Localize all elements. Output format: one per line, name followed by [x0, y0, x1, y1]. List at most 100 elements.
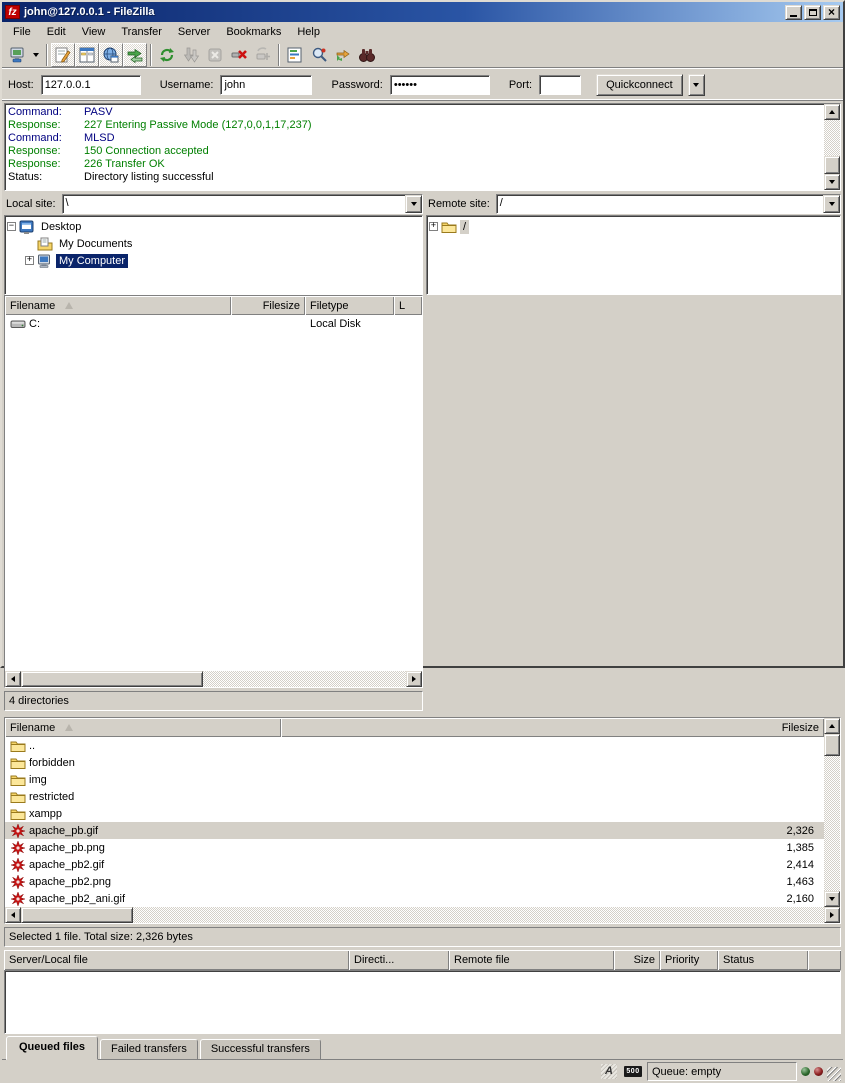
cancel-button[interactable]: [203, 43, 227, 67]
local-file-row[interactable]: C: Local Disk: [5, 315, 422, 332]
column-header-filetype[interactable]: Filetype: [305, 296, 394, 315]
column-header-size[interactable]: Size: [614, 950, 660, 970]
remote-site-dropdown[interactable]: [823, 195, 840, 213]
remote-site-combo[interactable]: /: [496, 194, 841, 214]
scroll-left-button[interactable]: [5, 907, 21, 923]
quickconnect-button[interactable]: Quickconnect: [596, 74, 683, 96]
column-header-filename[interactable]: Filename: [5, 296, 231, 315]
remote-file-row[interactable]: restricted: [5, 788, 824, 805]
toggle-remote-tree-button[interactable]: [99, 43, 123, 67]
close-button[interactable]: ×: [823, 5, 840, 20]
remote-horizontal-scrollbar[interactable]: [5, 907, 840, 923]
host-input[interactable]: [41, 75, 141, 95]
site-manager-dropdown[interactable]: [29, 43, 43, 67]
remote-vertical-scrollbar[interactable]: [824, 718, 840, 907]
local-horizontal-scrollbar[interactable]: [5, 671, 422, 687]
scroll-up-button[interactable]: [824, 104, 840, 120]
quickconnect-dropdown[interactable]: [688, 74, 705, 96]
process-queue-button[interactable]: [179, 43, 203, 67]
scroll-up-button[interactable]: [824, 718, 840, 734]
menu-edit[interactable]: Edit: [39, 24, 74, 40]
title-bar[interactable]: fz john@127.0.0.1 - FileZilla ×: [2, 2, 843, 22]
speed-limit-indicator[interactable]: 500: [623, 1063, 643, 1080]
local-site-dropdown[interactable]: [405, 195, 422, 213]
toggle-message-log-button[interactable]: [51, 43, 75, 67]
tree-item-label[interactable]: Desktop: [38, 220, 84, 234]
scroll-right-button[interactable]: [824, 907, 840, 923]
remote-file-row[interactable]: forbidden: [5, 754, 824, 771]
synchronized-browsing-button[interactable]: [331, 43, 355, 67]
tab-successful-transfers[interactable]: Successful transfers: [200, 1039, 321, 1060]
scroll-down-button[interactable]: [824, 891, 840, 907]
tab-failed-transfers[interactable]: Failed transfers: [100, 1039, 198, 1060]
toggle-transfer-queue-button[interactable]: [123, 43, 147, 67]
data-type-indicator[interactable]: A: [599, 1063, 619, 1080]
menu-transfer[interactable]: Transfer: [113, 24, 170, 40]
expand-icon[interactable]: +: [25, 256, 34, 265]
reconnect-button[interactable]: [251, 43, 275, 67]
remote-file-row[interactable]: xampp: [5, 805, 824, 822]
remote-site-value[interactable]: /: [497, 195, 823, 213]
column-header-lastmodified[interactable]: L: [394, 296, 422, 315]
maximize-button[interactable]: [804, 5, 821, 20]
column-header-filename[interactable]: Filename: [5, 718, 281, 737]
scroll-left-button[interactable]: [5, 671, 21, 687]
column-header-priority[interactable]: Priority: [660, 950, 718, 970]
toggle-local-tree-button[interactable]: [75, 43, 99, 67]
filename-filters-button[interactable]: [283, 43, 307, 67]
minimize-button[interactable]: [785, 5, 802, 20]
column-header-status[interactable]: Status: [718, 950, 808, 970]
toolbar-separator: [278, 44, 280, 66]
menu-bookmarks[interactable]: Bookmarks: [218, 24, 289, 40]
image-file-icon: [10, 823, 26, 839]
tree-item-desktop[interactable]: − Desktop: [7, 218, 422, 235]
password-input[interactable]: [390, 75, 490, 95]
column-header-server-local-file[interactable]: Server/Local file: [4, 950, 349, 970]
menu-view[interactable]: View: [74, 24, 114, 40]
column-header-filesize[interactable]: Filesize: [281, 718, 824, 737]
refresh-button[interactable]: [155, 43, 179, 67]
directory-comparison-button[interactable]: [307, 43, 331, 67]
expand-icon[interactable]: +: [429, 222, 438, 231]
remote-file-row[interactable]: apache_pb2_ani.gif 2,160: [5, 890, 824, 907]
file-name: apache_pb.png: [29, 842, 105, 854]
remote-file-row-selected[interactable]: apache_pb.gif 2,326: [5, 822, 824, 839]
remote-file-row[interactable]: apache_pb2.gif 2,414: [5, 856, 824, 873]
tree-item-label-selected[interactable]: /: [460, 220, 469, 234]
tree-item-my-documents[interactable]: My Documents: [7, 235, 422, 252]
local-site-value[interactable]: \: [63, 195, 405, 213]
tab-queued-files[interactable]: Queued files: [6, 1036, 98, 1060]
local-site-combo[interactable]: \: [62, 194, 423, 214]
menu-file[interactable]: File: [5, 24, 39, 40]
tree-item-label[interactable]: My Documents: [56, 237, 135, 251]
remote-file-row[interactable]: img: [5, 771, 824, 788]
remote-file-row[interactable]: ..: [5, 737, 824, 754]
close-icon: ×: [828, 6, 835, 18]
column-header-remote-file[interactable]: Remote file: [449, 950, 614, 970]
queue-status-text: Queue: empty: [652, 1066, 721, 1078]
find-files-button[interactable]: [355, 43, 379, 67]
menu-help[interactable]: Help: [289, 24, 328, 40]
scrollbar-thumb[interactable]: [824, 156, 840, 174]
username-input[interactable]: [220, 75, 312, 95]
log-scrollbar[interactable]: [824, 104, 840, 190]
tree-item-root[interactable]: + /: [429, 218, 840, 235]
scroll-right-button[interactable]: [406, 671, 422, 687]
collapse-icon[interactable]: −: [7, 222, 16, 231]
tree-item-my-computer[interactable]: + My Computer: [7, 252, 422, 269]
tree-item-label-selected[interactable]: My Computer: [56, 254, 128, 268]
scroll-down-button[interactable]: [824, 174, 840, 190]
scrollbar-thumb[interactable]: [21, 671, 203, 687]
disconnect-button[interactable]: [227, 43, 251, 67]
port-input[interactable]: [539, 75, 581, 95]
image-file-icon: [10, 874, 26, 890]
remote-file-row[interactable]: apache_pb2.png 1,463: [5, 873, 824, 890]
menu-server[interactable]: Server: [170, 24, 218, 40]
resize-grip[interactable]: [827, 1067, 841, 1081]
scrollbar-thumb[interactable]: [21, 907, 133, 923]
site-manager-button[interactable]: [5, 43, 29, 67]
column-header-filesize[interactable]: Filesize: [231, 296, 305, 315]
remote-file-row[interactable]: apache_pb.png 1,385: [5, 839, 824, 856]
column-header-direction[interactable]: Directi...: [349, 950, 449, 970]
scrollbar-thumb[interactable]: [824, 734, 840, 756]
